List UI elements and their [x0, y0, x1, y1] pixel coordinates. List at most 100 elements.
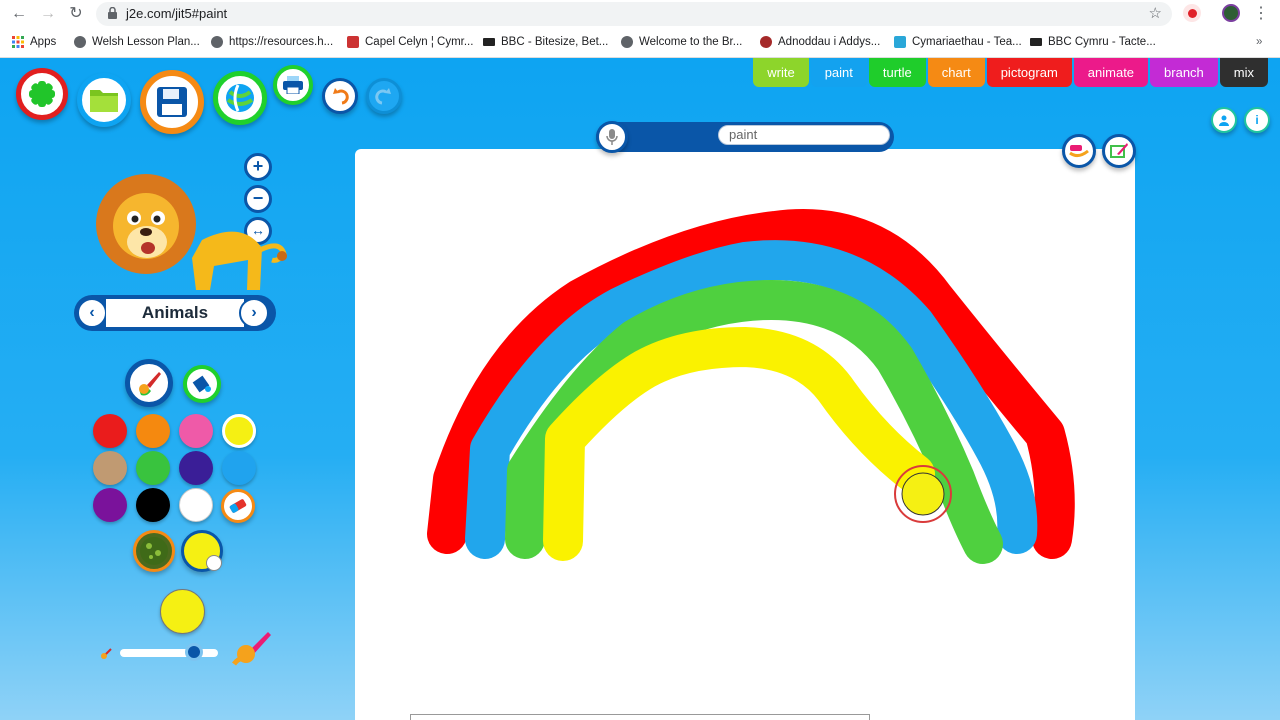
color-swatch[interactable] [136, 488, 170, 522]
lion-stamp[interactable] [92, 170, 288, 294]
save-button[interactable] [140, 70, 204, 134]
microphone-icon [606, 129, 618, 145]
bookmarks-overflow[interactable]: » [1256, 36, 1262, 48]
tab-paint[interactable]: paint [810, 58, 867, 87]
color-swatch[interactable] [93, 451, 127, 485]
bookmark-item[interactable]: Welcome to the Br... [621, 36, 742, 48]
favicon-icon [894, 36, 906, 48]
custom-color-button[interactable] [181, 530, 223, 572]
roller-brush-icon [1069, 145, 1089, 158]
color-swatch[interactable] [179, 414, 213, 448]
color-swatch[interactable] [179, 488, 213, 522]
bookmark-item[interactable]: Capel Celyn ¦ Cymr... [347, 36, 473, 48]
brush-cursor-fill [901, 472, 945, 516]
bookmark-apps[interactable]: Apps [12, 36, 56, 48]
open-folder-icon [90, 90, 118, 112]
bbc-icon [483, 38, 495, 46]
color-swatch[interactable] [136, 414, 170, 448]
j2e-app: write paint turtle chart pictogram animate bra… [0, 58, 1280, 720]
tab-mix[interactable]: mix [1219, 58, 1268, 87]
url-text: j2e.com/jit5#paint [126, 6, 228, 21]
document-title-bar: paint [596, 121, 894, 153]
small-brush-icon [101, 648, 112, 659]
drawing-canvas[interactable] [355, 149, 1135, 720]
tab-write[interactable]: write [753, 58, 809, 87]
selected-color-preview [160, 589, 205, 634]
color-swatch[interactable] [222, 451, 256, 485]
bookmark-star-icon[interactable]: ☆ [1149, 4, 1162, 22]
prev-category-button[interactable]: ‹ [77, 298, 107, 328]
profile-avatar[interactable] [1222, 4, 1240, 22]
stamp-category-label: Animals [106, 299, 244, 327]
bookmark-item[interactable]: BBC - Bitesize, Bet... [483, 36, 608, 48]
color-swatch[interactable] [93, 414, 127, 448]
bookmark-item[interactable]: BBC Cymru - Tacte... [1030, 36, 1156, 48]
paint-mode-button[interactable] [1062, 134, 1096, 168]
color-swatch[interactable] [179, 451, 213, 485]
forward-icon[interactable]: → [37, 3, 59, 25]
color-swatch[interactable] [93, 488, 127, 522]
eraser-button[interactable] [221, 489, 255, 523]
user-icon [1219, 115, 1229, 126]
info-icon: i [1255, 113, 1259, 127]
browser-chrome: ← → ↻ j2e.com/jit5#paint ☆ ⋮ Apps Welsh … [0, 0, 1280, 58]
picture-icon [1110, 143, 1128, 158]
fill-tool-button[interactable] [183, 365, 221, 403]
color-swatch[interactable] [222, 414, 256, 448]
favicon-icon [347, 36, 359, 48]
color-picker-icon [206, 555, 222, 571]
back-icon[interactable]: ← [8, 3, 30, 25]
microphone-button[interactable] [596, 121, 628, 153]
reload-icon[interactable]: ↻ [65, 3, 87, 25]
open-button[interactable] [77, 73, 131, 127]
color-swatch[interactable] [136, 451, 170, 485]
user-button[interactable] [1211, 107, 1237, 133]
next-category-button[interactable]: › [239, 298, 269, 328]
globe-icon [211, 36, 223, 48]
bookmarks-bar: Apps Welsh Lesson Plan... https://resour… [0, 33, 1280, 55]
share-button[interactable] [213, 71, 267, 125]
eraser-icon [229, 499, 247, 513]
brush-size-slider[interactable] [120, 649, 218, 657]
tab-branch[interactable]: branch [1150, 58, 1218, 87]
dragon-icon [760, 36, 772, 48]
rainbow-arc [543, 327, 935, 561]
chrome-menu-icon[interactable]: ⋮ [1250, 3, 1272, 25]
tab-pictogram[interactable]: pictogram [986, 58, 1072, 87]
info-button[interactable]: i [1244, 107, 1270, 133]
rainbow-drawing [427, 208, 1075, 564]
bookmark-item[interactable]: Welsh Lesson Plan... [74, 36, 200, 48]
print-icon [283, 76, 303, 94]
address-bar[interactable]: j2e.com/jit5#paint ☆ [96, 2, 1172, 26]
large-brush-icon [232, 632, 271, 666]
redo-button[interactable] [366, 78, 402, 114]
canvas-scrollbar[interactable] [410, 714, 870, 720]
globe-icon [74, 36, 86, 48]
undo-icon [333, 88, 349, 105]
tab-chart[interactable]: chart [927, 58, 985, 87]
redo-icon [375, 88, 391, 105]
app-tabs: write paint turtle chart pictogram animate bra… [753, 58, 1268, 88]
print-button[interactable] [273, 65, 313, 105]
brush-tool-button[interactable] [125, 359, 173, 407]
undo-button[interactable] [322, 78, 358, 114]
apps-grid-icon [12, 36, 24, 48]
bookmark-item[interactable]: https://resources.h... [211, 36, 333, 48]
bookmark-item[interactable]: Cymariaethau - Tea... [894, 36, 1022, 48]
new-button[interactable] [16, 68, 68, 120]
lock-icon [108, 7, 117, 19]
texture-button[interactable] [133, 530, 175, 572]
bookmark-item[interactable]: Adnoddau i Addys... [760, 36, 880, 48]
tab-turtle[interactable]: turtle [868, 58, 926, 87]
stamp-category-selector: ‹ Animals › [74, 295, 276, 331]
brush-size-handle[interactable] [184, 643, 203, 661]
bbc-icon [1030, 38, 1042, 46]
grass-texture-icon [140, 537, 168, 565]
share-icon [226, 84, 254, 112]
document-title-input[interactable]: paint [718, 125, 890, 145]
tab-animate[interactable]: animate [1073, 58, 1149, 87]
paint-brush-icon [139, 372, 161, 396]
background-button[interactable] [1102, 134, 1136, 168]
extension-icon[interactable] [1183, 4, 1201, 22]
paint-bucket-icon [192, 375, 211, 393]
